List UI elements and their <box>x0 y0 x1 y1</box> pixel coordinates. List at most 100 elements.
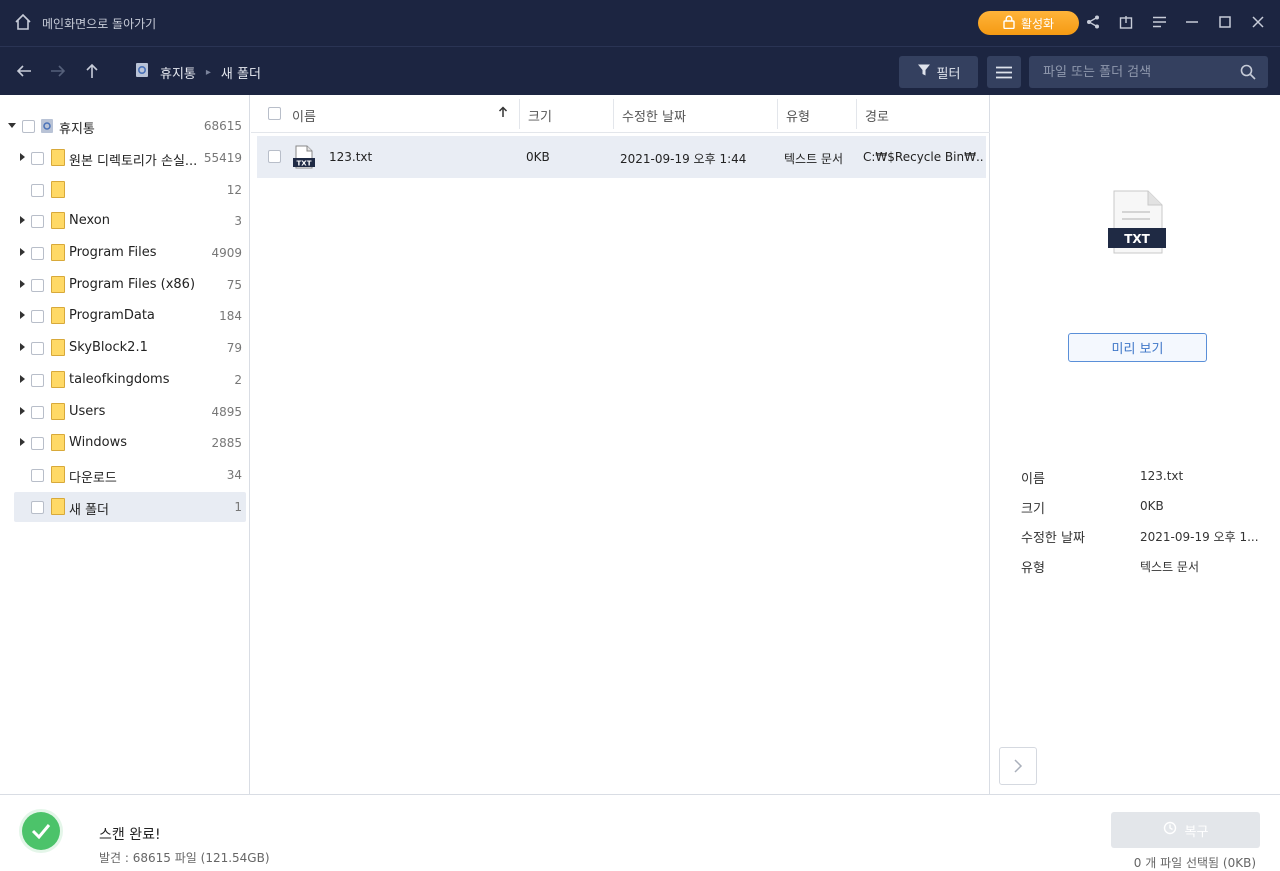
tree-count: 2 <box>234 373 242 387</box>
txt-large-label: TXT <box>1124 232 1150 246</box>
column-divider[interactable] <box>613 99 614 129</box>
expand-arrow-icon[interactable] <box>20 343 25 351</box>
collapse-arrow-icon[interactable] <box>8 123 16 128</box>
tree-checkbox[interactable] <box>31 184 44 197</box>
select-all-checkbox[interactable] <box>268 107 281 120</box>
export-icon[interactable] <box>1116 12 1136 32</box>
column-divider[interactable] <box>519 99 520 129</box>
expand-arrow-icon[interactable] <box>20 248 25 256</box>
tree-checkbox[interactable] <box>31 152 44 165</box>
folder-icon <box>51 434 65 451</box>
tree-label: 다운로드 <box>69 471 117 486</box>
column-header-type[interactable]: 유형 <box>786 106 810 125</box>
expand-arrow-icon[interactable] <box>20 438 25 446</box>
cell-type: 텍스트 문서 <box>784 152 844 166</box>
next-button[interactable] <box>999 747 1037 785</box>
tree-checkbox[interactable] <box>31 342 44 355</box>
tree-label: Windows <box>69 435 128 450</box>
forward-arrow-icon[interactable] <box>48 61 68 81</box>
selection-summary: 0 개 파일 선택됨 (0KB) <box>1133 856 1256 870</box>
expand-arrow-icon[interactable] <box>20 311 25 319</box>
tree-checkbox[interactable] <box>31 310 44 323</box>
tree-count: 12 <box>226 183 242 197</box>
tree-count: 75 <box>226 278 242 292</box>
back-arrow-icon[interactable] <box>14 61 34 81</box>
tree-checkbox[interactable] <box>31 406 44 419</box>
info-label-size: 크기 <box>1021 502 1045 517</box>
tree-root-recycle-bin[interactable]: 휴지통 68615 <box>0 111 250 141</box>
tree-item[interactable]: 다운로드 34 <box>0 460 250 490</box>
column-header-name[interactable]: 이름 <box>292 106 316 125</box>
up-arrow-icon[interactable] <box>82 61 102 81</box>
status-footer: 스캔 완료! 발견 : 68615 파일 (121.54GB) 복구 0 개 파… <box>0 794 1280 871</box>
tree-count: 2885 <box>211 436 242 450</box>
activate-button[interactable]: 활성화 <box>978 11 1079 35</box>
info-label-name: 이름 <box>1021 472 1045 487</box>
tree-item[interactable]: 12 <box>0 175 250 205</box>
expand-arrow-icon[interactable] <box>20 280 25 288</box>
tree-checkbox[interactable] <box>31 247 44 260</box>
share-icon[interactable] <box>1083 12 1103 32</box>
tree-item[interactable]: Users 4895 <box>0 397 250 427</box>
navigation-bar: 휴지통 ▸ 새 폴더 필터 <box>0 46 1280 95</box>
cell-name: 123.txt <box>329 150 373 164</box>
folder-icon <box>51 212 65 229</box>
sort-ascending-icon[interactable] <box>498 106 508 122</box>
expand-arrow-icon[interactable] <box>20 375 25 383</box>
column-divider[interactable] <box>856 99 857 129</box>
tree-checkbox[interactable] <box>31 469 44 482</box>
tree-item[interactable]: SkyBlock2.1 79 <box>0 333 250 363</box>
recover-clock-icon <box>1163 821 1177 839</box>
settings-menu-icon[interactable] <box>1149 12 1169 32</box>
tree-item[interactable]: Windows 2885 <box>0 428 250 458</box>
tree-item[interactable]: ProgramData 184 <box>0 301 250 331</box>
tree-item-selected[interactable]: 새 폴더 1 <box>0 492 250 522</box>
table-row[interactable]: TXT 123.txt 0KB 2021-09-19 오후 1:44 텍스트 문… <box>257 136 986 178</box>
tree-label: Nexon <box>69 213 110 228</box>
tree-item[interactable]: Program Files (x86) 75 <box>0 270 250 300</box>
cell-path: C:₩$Recycle Bin₩... <box>863 150 983 164</box>
column-divider[interactable] <box>777 99 778 129</box>
preview-button[interactable]: 미리 보기 <box>1068 333 1207 362</box>
breadcrumb-item-new-folder[interactable]: 새 폴더 <box>221 63 261 82</box>
info-value-name: 123.txt <box>1140 469 1184 483</box>
recover-button[interactable]: 복구 <box>1111 812 1260 848</box>
tree-checkbox[interactable] <box>31 437 44 450</box>
filter-button[interactable]: 필터 <box>899 56 978 88</box>
tree-item[interactable]: Program Files 4909 <box>0 238 250 268</box>
home-icon[interactable] <box>14 13 32 35</box>
row-checkbox[interactable] <box>268 150 281 163</box>
maximize-icon[interactable] <box>1215 12 1235 32</box>
search-icon[interactable] <box>1240 64 1256 84</box>
tree-item[interactable]: taleofkingdoms 2 <box>0 365 250 395</box>
tree-item[interactable]: Nexon 3 <box>0 206 250 236</box>
search-input[interactable] <box>1029 56 1229 88</box>
expand-arrow-icon[interactable] <box>20 153 25 161</box>
preview-panel: TXT 미리 보기 이름 123.txt 크기 0KB 수정한 날짜 2021-… <box>991 95 1280 794</box>
tree-checkbox[interactable] <box>31 215 44 228</box>
lock-icon <box>1003 15 1015 32</box>
expand-arrow-icon[interactable] <box>20 216 25 224</box>
tree-checkbox[interactable] <box>22 120 35 133</box>
view-menu-button[interactable] <box>987 56 1021 88</box>
close-icon[interactable] <box>1248 12 1268 32</box>
column-header-modified[interactable]: 수정한 날짜 <box>622 106 686 125</box>
expand-arrow-icon[interactable] <box>20 407 25 415</box>
tree-checkbox[interactable] <box>31 279 44 292</box>
tree-label: Users <box>69 404 106 419</box>
folder-icon <box>51 244 65 261</box>
tree-label: 새 폴더 <box>69 503 110 518</box>
tree-item[interactable]: 원본 디렉토리가 손실... 55419 <box>0 143 250 173</box>
back-to-main-link[interactable]: 메인화면으로 돌아가기 <box>42 15 156 32</box>
folder-icon <box>51 498 65 515</box>
recover-label: 복구 <box>1184 824 1209 840</box>
tree-checkbox[interactable] <box>31 374 44 387</box>
minimize-icon[interactable] <box>1182 12 1202 32</box>
breadcrumb-item-recycle-bin[interactable]: 휴지통 <box>160 63 196 82</box>
scan-status-detail: 발견 : 68615 파일 (121.54GB) <box>99 851 270 865</box>
tree-count: 79 <box>226 341 242 355</box>
column-header-size[interactable]: 크기 <box>528 106 552 125</box>
tree-count: 4909 <box>211 246 242 260</box>
column-header-path[interactable]: 경로 <box>865 106 889 125</box>
tree-checkbox[interactable] <box>31 501 44 514</box>
